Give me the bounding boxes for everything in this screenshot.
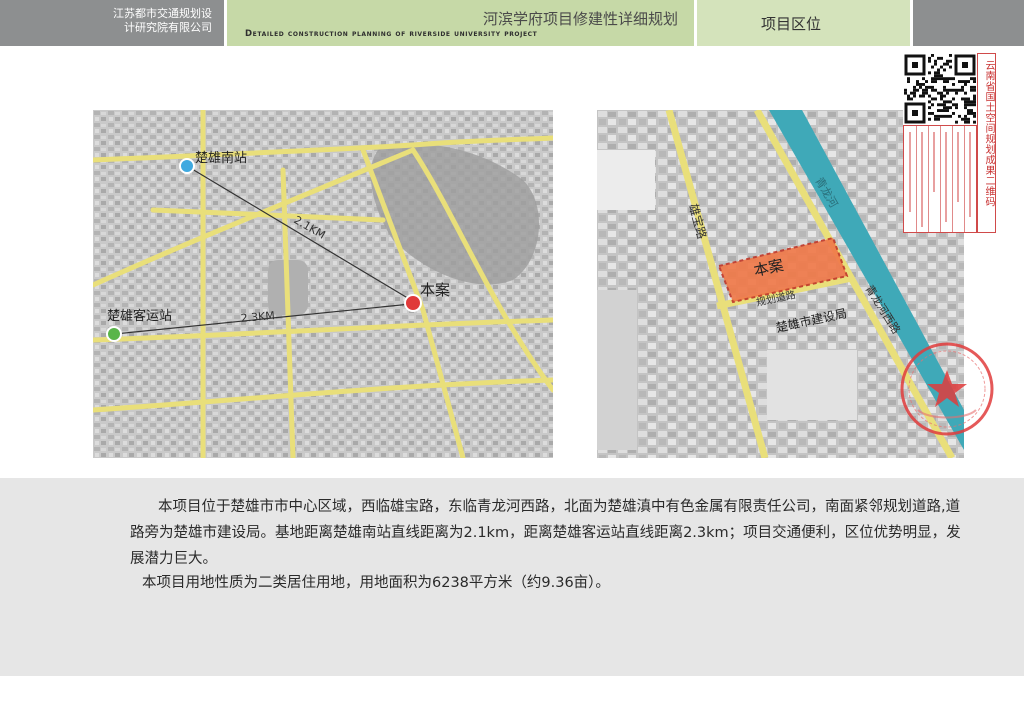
- south-station-label: 楚雄南站: [195, 150, 247, 166]
- seal-star-icon: [927, 370, 967, 407]
- project-title: 河滨学府项目修建性详细规划: [482, 10, 678, 28]
- building-block: [767, 350, 857, 420]
- description-paragraph-1: 本项目位于楚雄市市中心区域，西临雄宝路，东临青龙河西路，北面为楚雄滇中有色金属有…: [130, 499, 961, 567]
- bus-station-label: 楚雄客运站: [107, 308, 172, 324]
- official-seal: [898, 340, 996, 438]
- location-map-graphic: 楚雄南站 楚雄客运站 本案 2.1KM 2.3KM: [93, 110, 553, 458]
- qr-code: [903, 53, 977, 125]
- project-marker: [404, 294, 422, 312]
- header-corner: [910, 0, 1024, 46]
- section-title: 项目区位: [761, 15, 822, 33]
- header-bar: 江苏都市交通规划设 计研究院有限公司 河滨学府项目修建性详细规划 Detaile…: [0, 0, 1024, 46]
- description-paragraph-2: 本项目用地性质为二类居住用地，用地面积为6238平方米（约9.36亩）。: [142, 575, 610, 591]
- title-box: 河滨学府项目修建性详细规划 Detailed construction plan…: [224, 0, 694, 46]
- qr-side-label: 云南省国土空间规划成果二维码: [977, 53, 996, 233]
- qr-side-text: 云南省国土空间规划成果二维码: [983, 60, 994, 207]
- building-block: [597, 290, 637, 450]
- qr-code-graphic: [903, 53, 977, 125]
- building-block: [597, 150, 655, 210]
- section-box: 项目区位: [694, 0, 910, 46]
- org-line-2: 计研究院有限公司: [124, 21, 212, 34]
- location-map: 楚雄南站 楚雄客运站 本案 2.1KM 2.3KM: [93, 110, 553, 458]
- project-title-en: Detailed construction planning of rivers…: [245, 29, 538, 39]
- org-line-1: 江苏都市交通规划设: [113, 7, 212, 20]
- bus-station-marker: [106, 326, 122, 342]
- organization-name: 江苏都市交通规划设 计研究院有限公司: [0, 0, 224, 46]
- description-panel: 本项目位于楚雄市市中心区域，西临雄宝路，东临青龙河西路，北面为楚雄滇中有色金属有…: [0, 478, 1024, 676]
- south-station-marker: [179, 158, 195, 174]
- qr-info-table: [903, 125, 977, 233]
- official-seal-graphic: [900, 342, 994, 436]
- project-label: 本案: [420, 281, 450, 299]
